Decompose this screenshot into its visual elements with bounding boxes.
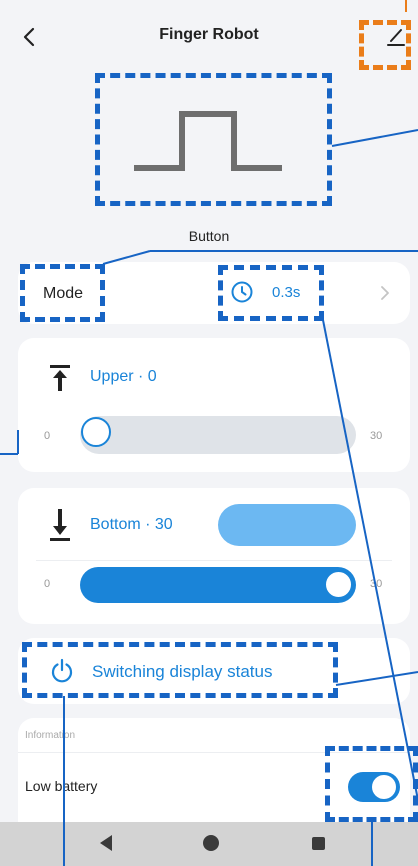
annotation-mode-label: [20, 264, 105, 322]
annotation-switch-display: [22, 642, 338, 698]
annotation-battery-toggle: [325, 746, 418, 822]
annotation-duration: [218, 265, 324, 321]
annotation-edit: [359, 20, 411, 70]
annotation-mode-illustration: [95, 73, 332, 206]
